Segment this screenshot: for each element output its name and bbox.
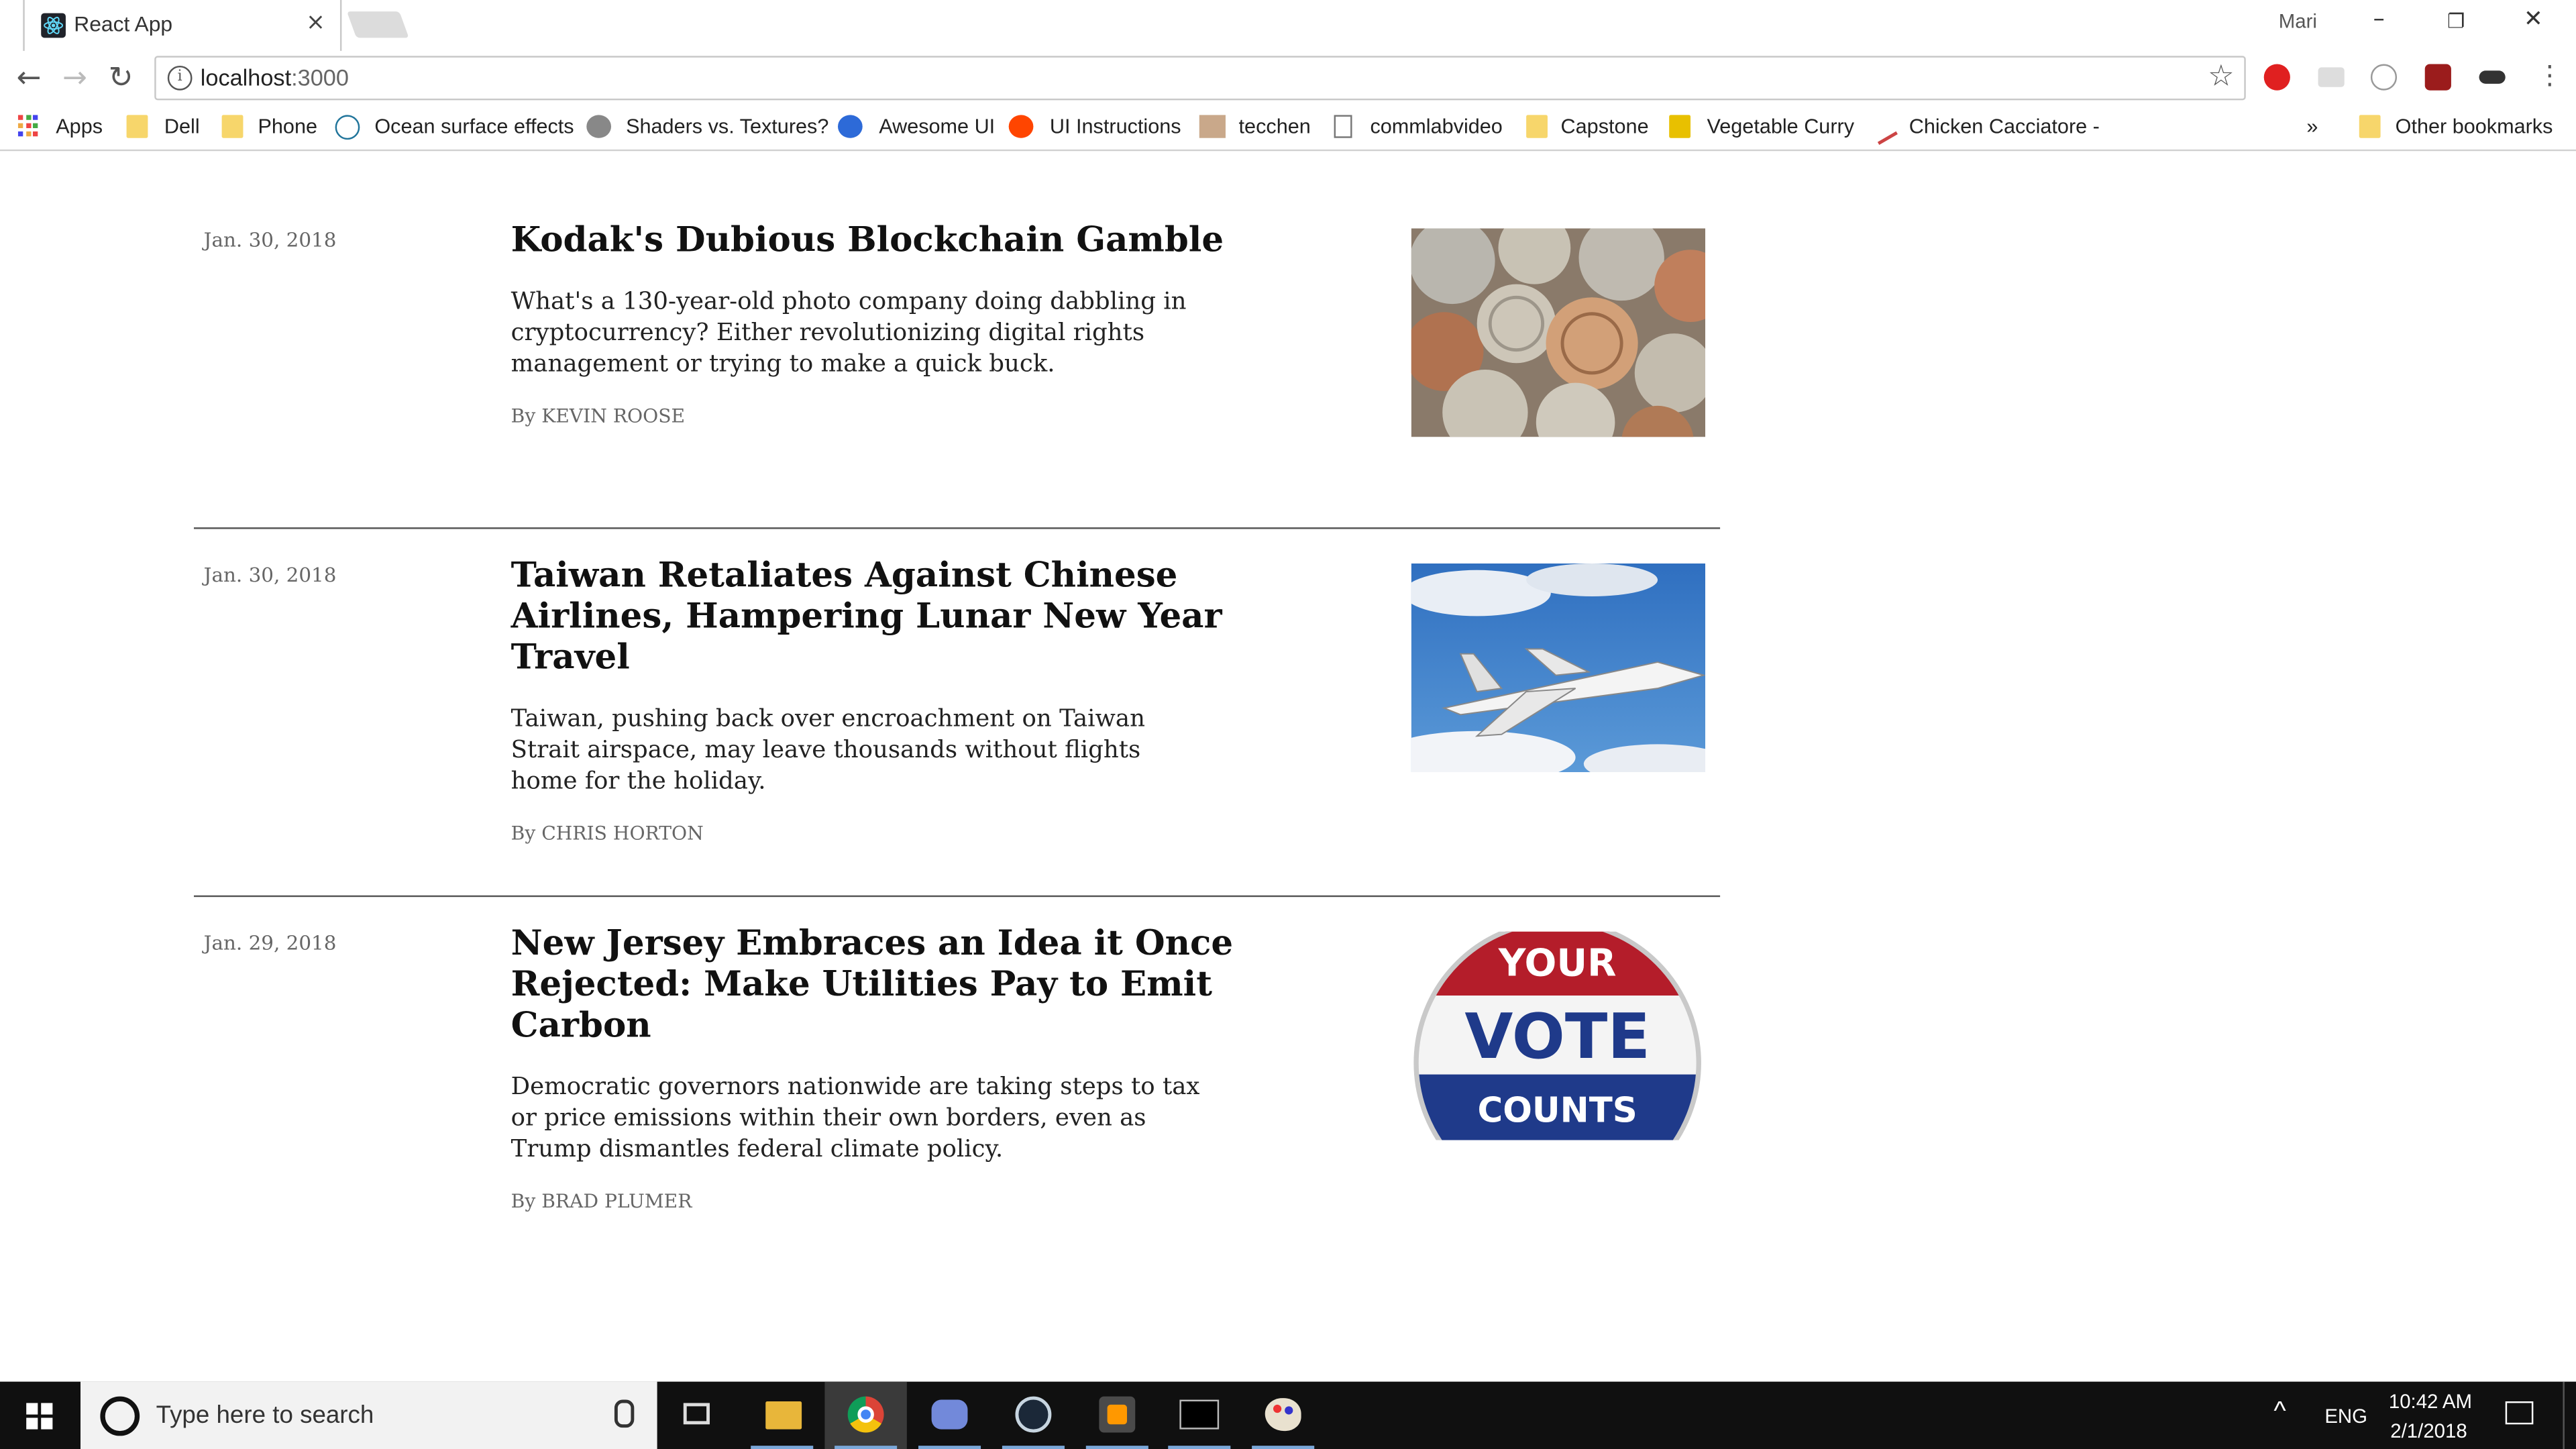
reddit-icon bbox=[586, 115, 612, 138]
article-summary: Taiwan, pushing back over encroachment o… bbox=[511, 706, 1145, 796]
apps-grid-icon bbox=[17, 115, 40, 138]
close-window-icon[interactable]: ✕ bbox=[2517, 7, 2550, 33]
bookmark-dell[interactable]: Dell bbox=[164, 115, 200, 138]
article-byline: By CHRIS HORTON bbox=[511, 821, 704, 845]
tab-react-app[interactable]: React App × bbox=[23, 0, 342, 51]
article-card: Jan. 30, 2018 Kodak's Dubious Blockchain… bbox=[194, 151, 1720, 527]
steam-icon[interactable] bbox=[992, 1382, 1074, 1449]
cortana-icon[interactable] bbox=[100, 1396, 140, 1436]
bookmark-phone[interactable]: Phone bbox=[258, 115, 317, 138]
reload-icon[interactable]: ↻ bbox=[109, 61, 133, 95]
profile-name[interactable]: Mari bbox=[2279, 10, 2317, 33]
taskbar-search-box[interactable]: Type here to search bbox=[80, 1381, 657, 1449]
microphone-icon[interactable] bbox=[614, 1399, 635, 1428]
folder-icon bbox=[1669, 115, 1691, 138]
bookmark-chicken-cacciatore[interactable]: Chicken Cacciatore - bbox=[1909, 115, 2100, 138]
tray-expand-chevron-icon[interactable]: ^ bbox=[2273, 1398, 2286, 1428]
article-card: Jan. 30, 2018 Taiwan Retaliates Against … bbox=[193, 527, 1721, 897]
minimize-icon[interactable]: – bbox=[2363, 7, 2396, 33]
windows-taskbar: Type here to search ^ ENG 10:42 AM 2/1/2… bbox=[0, 1381, 2576, 1449]
folder-icon bbox=[2359, 115, 2381, 138]
file-explorer-icon[interactable] bbox=[741, 1382, 822, 1449]
windows-start-icon[interactable] bbox=[26, 1403, 53, 1430]
url-text[interactable]: localhost:3000 bbox=[201, 64, 349, 91]
bookmark-star-icon[interactable]: ☆ bbox=[2208, 59, 2235, 93]
article-date: Jan. 30, 2018 bbox=[203, 228, 337, 252]
info-icon[interactable]: i bbox=[167, 65, 193, 91]
terminal-icon[interactable] bbox=[1159, 1382, 1240, 1449]
article-date: Jan. 29, 2018 bbox=[203, 931, 337, 955]
article-headline[interactable]: New Jersey Embraces an Idea it Once Reje… bbox=[511, 922, 1250, 1045]
browser-toolbar: ← → ↻ i localhost:3000 ☆ ⋮ bbox=[0, 50, 2576, 107]
wordpress-icon bbox=[335, 115, 360, 140]
discord-icon[interactable] bbox=[908, 1382, 990, 1449]
vote-line1: YOUR bbox=[1498, 942, 1617, 985]
bookmark-capstone[interactable]: Capstone bbox=[1561, 115, 1649, 138]
article-byline: By KEVIN ROOSE bbox=[511, 404, 686, 427]
restore-icon[interactable]: ❐ bbox=[2440, 10, 2473, 33]
article-headline[interactable]: Kodak's Dubious Blockchain Gamble bbox=[511, 219, 1250, 260]
action-center-icon[interactable] bbox=[2505, 1401, 2534, 1425]
folder-icon bbox=[1526, 115, 1548, 138]
bookmark-tecchen[interactable]: tecchen bbox=[1239, 115, 1311, 138]
avatar-icon bbox=[1199, 115, 1226, 138]
article-summary: Democratic governors nationwide are taki… bbox=[511, 1074, 1200, 1163]
opera-extension-icon[interactable] bbox=[2263, 64, 2290, 91]
article-date: Jan. 30, 2018 bbox=[203, 564, 337, 587]
bookmarks-bar: Apps Dell Phone Ocean surface effects Sh… bbox=[0, 107, 2576, 152]
vote-line3: COUNTS bbox=[1478, 1091, 1638, 1131]
bookmark-awesome-ui[interactable]: Awesome UI bbox=[879, 115, 995, 138]
address-bar[interactable]: i localhost:3000 ☆ bbox=[154, 56, 2246, 101]
incognito-extension-icon[interactable] bbox=[2479, 70, 2506, 84]
bookmark-commlabvideo[interactable]: commlabvideo bbox=[1370, 115, 1502, 138]
url-host: localhost bbox=[200, 64, 292, 91]
forward-arrow-icon[interactable]: → bbox=[62, 61, 87, 95]
new-tab-button[interactable] bbox=[346, 11, 409, 38]
jet-photo[interactable] bbox=[1411, 564, 1706, 773]
folder-icon bbox=[221, 115, 244, 138]
vote-button-photo[interactable]: YOUR VOTE COUNTS bbox=[1411, 931, 1706, 1140]
react-icon bbox=[41, 13, 66, 38]
folder-icon bbox=[126, 115, 148, 138]
url-port: :3000 bbox=[291, 64, 349, 91]
page-content: Jan. 30, 2018 Kodak's Dubious Blockchain… bbox=[0, 151, 2576, 1382]
language-indicator[interactable]: ENG bbox=[2324, 1405, 2367, 1428]
article-byline: By BRAD PLUMER bbox=[511, 1189, 692, 1213]
reddit-icon bbox=[1008, 115, 1034, 138]
bookmark-ocean-surface-effects[interactable]: Ocean surface effects bbox=[374, 115, 574, 138]
recipe-icon bbox=[1866, 111, 1898, 145]
bookmark-shaders-vs-textures[interactable]: Shaders vs. Textures? bbox=[626, 115, 828, 138]
tab-title: React App bbox=[74, 11, 173, 36]
article-summary: What's a 130-year-old photo company doin… bbox=[511, 289, 1187, 378]
close-tab-icon[interactable]: × bbox=[306, 10, 325, 36]
bookmark-ui-instructions[interactable]: UI Instructions bbox=[1050, 115, 1181, 138]
paint-icon[interactable] bbox=[1242, 1382, 1324, 1449]
show-desktop-button[interactable] bbox=[2563, 1381, 2565, 1449]
site-icon bbox=[837, 115, 863, 138]
chrome-icon[interactable] bbox=[824, 1381, 907, 1449]
article-card: Jan. 29, 2018 New Jersey Embraces an Ide… bbox=[193, 895, 1721, 1275]
coins-photo[interactable] bbox=[1411, 228, 1706, 437]
sublime-text-icon[interactable] bbox=[1076, 1382, 1158, 1449]
bookmark-apps[interactable]: Apps bbox=[56, 115, 103, 138]
bookmark-vegetable-curry[interactable]: Vegetable Curry bbox=[1707, 115, 1855, 138]
page-icon bbox=[1334, 115, 1352, 138]
clock-date[interactable]: 2/1/2018 bbox=[2390, 1419, 2467, 1442]
clock-time[interactable]: 10:42 AM bbox=[2389, 1390, 2472, 1413]
bookmarks-overflow-chevron[interactable]: » bbox=[2306, 115, 2318, 138]
back-arrow-icon[interactable]: ← bbox=[16, 61, 41, 95]
article-headline[interactable]: Taiwan Retaliates Against Chinese Airlin… bbox=[511, 553, 1250, 677]
tab-strip: React App × Mari – ❐ ✕ bbox=[0, 0, 2576, 51]
task-view-icon[interactable] bbox=[657, 1382, 739, 1449]
vote-line2: VOTE bbox=[1464, 1000, 1650, 1073]
search-placeholder[interactable]: Type here to search bbox=[156, 1401, 374, 1430]
ublock-icon[interactable] bbox=[2424, 64, 2451, 91]
extension-icon[interactable] bbox=[2370, 64, 2398, 91]
bookmark-other-bookmarks[interactable]: Other bookmarks bbox=[2396, 115, 2553, 138]
chat-extension-icon[interactable] bbox=[2318, 67, 2345, 87]
menu-dots-icon[interactable]: ⋮ bbox=[2536, 59, 2563, 91]
